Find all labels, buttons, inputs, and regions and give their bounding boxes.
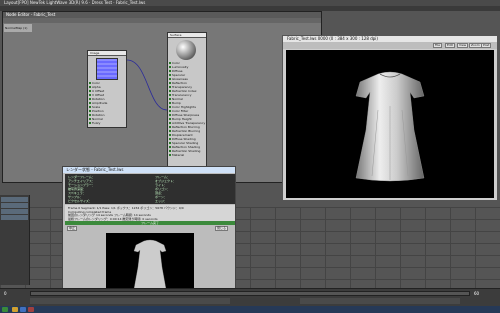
timeline-bar[interactable]: 0 60 xyxy=(0,288,500,306)
folder-icon[interactable] xyxy=(12,307,18,312)
tool-button[interactable] xyxy=(1,203,28,208)
current-frame: 0 xyxy=(4,291,7,296)
os-taskbar[interactable] xyxy=(0,306,500,313)
render-status-title: レンダー状態 - Fabric_Test.lws xyxy=(63,167,235,173)
node-editor-window[interactable]: Node Editor - Fabric_Test NormalMap (1) … xyxy=(2,11,322,183)
tool-button[interactable] xyxy=(1,215,28,220)
start-button[interactable] xyxy=(2,307,8,312)
timeline-slider[interactable] xyxy=(30,291,470,296)
file-menu-button[interactable]: File xyxy=(433,43,443,48)
render-image xyxy=(286,50,494,198)
connection-wire xyxy=(126,59,168,111)
info-line: ピクセルサイズ： xyxy=(68,199,92,203)
playback-controls[interactable] xyxy=(300,298,460,304)
zoom-menu-button[interactable]: Zoom xyxy=(469,43,482,48)
tool-button[interactable] xyxy=(1,209,28,214)
render-status-window[interactable]: レンダー状態 - Fabric_Test.lws レンダーフレーム： アンチエイリ… xyxy=(62,166,236,296)
browser-icon[interactable] xyxy=(20,307,26,312)
key-controls[interactable] xyxy=(30,298,230,304)
render-display-window[interactable]: Fabric_Test.lws 0000 (0 : 384 x 300 : 12… xyxy=(282,35,498,201)
info-line: エッジ： xyxy=(155,199,168,203)
render-window-toolbar[interactable]: File Edit View Zoom Post xyxy=(283,42,497,49)
render-preview-image xyxy=(106,233,194,295)
end-frame: 60 xyxy=(474,291,480,296)
app-icon[interactable] xyxy=(28,307,34,312)
dress-preview xyxy=(133,239,167,291)
view-menu-button[interactable]: View xyxy=(457,43,469,48)
render-progress-log: Frame 0 Segment: 1/1 Pass: 1/1 ボックス：1234… xyxy=(65,205,235,221)
post-menu-button[interactable]: Post xyxy=(481,43,492,48)
close-button[interactable]: 閉じる xyxy=(215,225,229,231)
abort-button[interactable]: 中止 xyxy=(67,225,78,231)
left-tool-panel[interactable] xyxy=(0,195,30,285)
dress-render xyxy=(355,71,425,182)
edit-menu-button[interactable]: Edit xyxy=(445,43,455,48)
render-info-panel: レンダーフレーム： アンチエイリアス： モーションブラー： 被写界深度： スペキュラ：サ… xyxy=(65,174,235,204)
node-connections xyxy=(126,59,168,111)
status-button-row[interactable]: 中止 閉じる xyxy=(65,225,235,231)
tool-button[interactable] xyxy=(1,197,28,202)
